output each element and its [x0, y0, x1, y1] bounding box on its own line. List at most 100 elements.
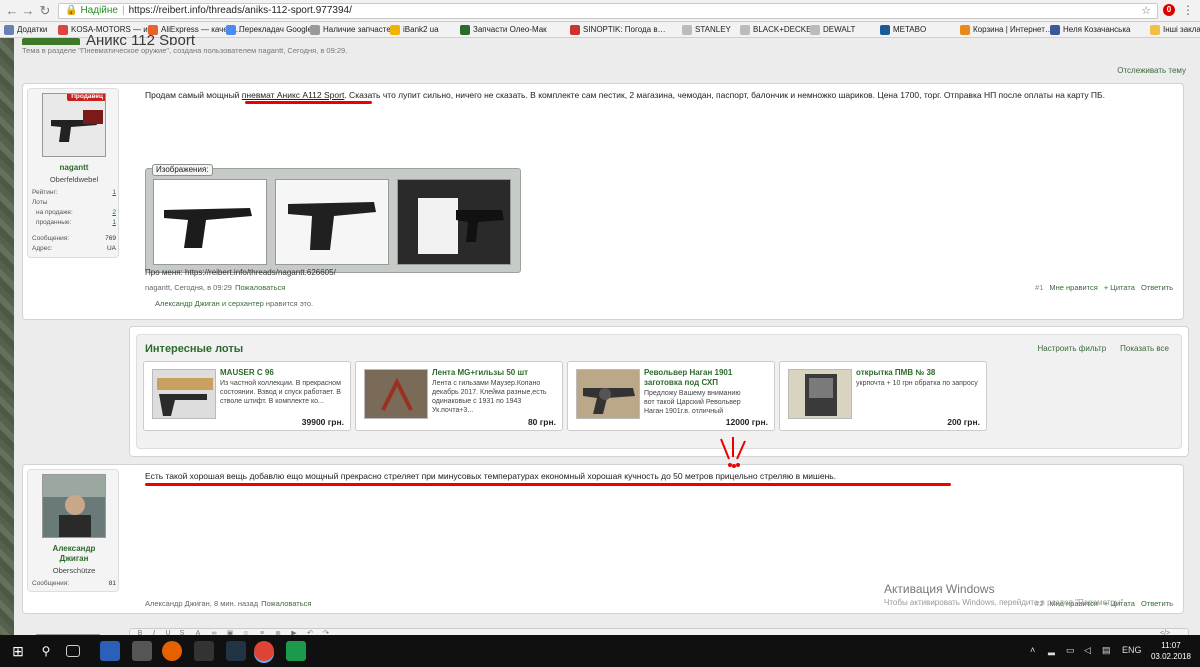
- app-icon[interactable]: [226, 641, 246, 661]
- reply-link[interactable]: Ответить: [1141, 283, 1173, 292]
- stat-messages: Сообщения: 769: [32, 235, 116, 242]
- forum-page: Аникс 112 Sport Тема в разделе "Пневмати…: [14, 35, 1200, 638]
- attachments-label: Изображения:: [152, 164, 213, 176]
- sheets-icon[interactable]: [286, 641, 306, 661]
- network-icon[interactable]: ▂: [1048, 645, 1055, 656]
- bookmark-item[interactable]: BLACK+DECKER: [740, 24, 817, 36]
- bookmark-item[interactable]: Корзина | Интернет…: [960, 24, 1053, 36]
- lot-image: [152, 369, 216, 419]
- bookmark-favicon-icon: [682, 25, 692, 35]
- bookmark-item[interactable]: Інші закла: [1150, 24, 1200, 36]
- thread-title: Аникс 112 Sport: [22, 35, 195, 45]
- filter-link[interactable]: Настроить фильтр: [1037, 344, 1106, 353]
- forward-icon[interactable]: →: [20, 3, 36, 19]
- language-indicator[interactable]: ENG: [1122, 645, 1142, 655]
- quote-link[interactable]: + Цитата: [1104, 283, 1135, 292]
- message-icon[interactable]: ▤: [1102, 645, 1111, 656]
- lot-card[interactable]: Револьвер Наган 1901 заготовка под СХП П…: [567, 361, 775, 431]
- avatar[interactable]: [42, 474, 106, 538]
- search-icon[interactable]: ⚲: [36, 641, 56, 661]
- bookmark-favicon-icon: [226, 25, 236, 35]
- post-meta: Александр Джиган, 8 мин. назад Пожаловать…: [145, 599, 312, 608]
- report-link[interactable]: Пожаловаться: [235, 283, 285, 292]
- stat-selling: на продаже: 2: [36, 209, 116, 216]
- bookmark-item[interactable]: iBank2 ua: [390, 24, 439, 36]
- back-icon[interactable]: ←: [4, 3, 20, 19]
- username[interactable]: nagantt: [28, 163, 120, 173]
- bookmark-item[interactable]: Перекладач Google: [226, 24, 312, 36]
- store-icon[interactable]: [194, 641, 214, 661]
- reply-link[interactable]: Ответить: [1141, 599, 1173, 608]
- bookmark-favicon-icon: [1150, 25, 1160, 35]
- lot-card[interactable]: открытка ПМВ № 38 укрпочта + 10 грн обра…: [779, 361, 987, 431]
- attachment-thumb[interactable]: [275, 179, 389, 265]
- lot-image: [364, 369, 428, 419]
- bookmark-item[interactable]: Наличие запчастей: [310, 24, 395, 36]
- lock-icon: 🔒: [65, 5, 78, 16]
- bookmark-favicon-icon: [390, 25, 400, 35]
- avatar-image: [43, 94, 105, 156]
- rating-value[interactable]: 1: [112, 189, 116, 196]
- secure-label: Надійне: [80, 5, 118, 16]
- browser-menu-icon[interactable]: ⋮: [1182, 3, 1194, 17]
- battery-icon[interactable]: ▭: [1066, 645, 1075, 656]
- post-number[interactable]: #1: [1035, 283, 1043, 292]
- sold-value[interactable]: 1: [112, 219, 116, 226]
- tray-up-icon[interactable]: ˄: [1030, 645, 1035, 655]
- volume-icon[interactable]: ◁: [1084, 645, 1091, 656]
- bookmark-star-icon[interactable]: ☆: [1141, 4, 1151, 18]
- bookmark-favicon-icon: [460, 25, 470, 35]
- extension-icon[interactable]: 0: [1163, 4, 1175, 16]
- bookmark-item[interactable]: METABO: [880, 24, 926, 36]
- bookmark-favicon-icon: [58, 25, 68, 35]
- avatar-image: [43, 475, 105, 537]
- lot-price: 200 грн.: [947, 417, 980, 427]
- lot-price: 39900 грн.: [301, 417, 344, 427]
- stat-rating: Рейтинг: 1: [32, 189, 116, 196]
- username[interactable]: Александр Джиган: [28, 544, 120, 564]
- bookmark-item[interactable]: STANLEY: [682, 24, 731, 36]
- explorer-icon[interactable]: [132, 641, 152, 661]
- bookmark-item[interactable]: DEWALT: [810, 24, 855, 36]
- task-view-icon[interactable]: [66, 645, 80, 657]
- about-me[interactable]: Про меня: https://reibert.info/threads/n…: [145, 268, 336, 277]
- lot-title[interactable]: Лента MG+гильзы 50 шт: [432, 368, 560, 378]
- stat-address: Адрес: UA: [32, 245, 116, 252]
- attachment-thumb[interactable]: [153, 179, 267, 265]
- post-1: Продавец nagantt Oberfeldwebel Рейтинг: 1…: [22, 83, 1184, 320]
- post-actions: #1 Мне нравится + Цитата Ответить: [1035, 283, 1173, 292]
- windows-start-icon[interactable]: ⊞: [8, 641, 28, 661]
- clock[interactable]: 11:07 03.02.2018: [1146, 640, 1196, 662]
- annotation-exclamation: [720, 437, 746, 468]
- attachment-thumb[interactable]: [397, 179, 511, 265]
- bookmark-item[interactable]: Неля Козачанська: [1050, 24, 1130, 36]
- post-message: Есть такой хорошая вещь добавлю ещо мощн…: [145, 471, 837, 481]
- watch-thread-link[interactable]: Отслеживать тему: [1117, 66, 1186, 75]
- post-meta: nagantt, Сегодня, в 09:29 Пожаловаться: [145, 283, 286, 292]
- edge-icon[interactable]: [100, 641, 120, 661]
- likes-names[interactable]: Александр Джиган и серхантер: [155, 299, 264, 308]
- lot-card[interactable]: Лента MG+гильзы 50 шт Лента с гильзами М…: [355, 361, 563, 431]
- show-all-link[interactable]: Показать все: [1120, 344, 1169, 353]
- chrome-icon[interactable]: [254, 641, 274, 661]
- firefox-icon[interactable]: [162, 641, 182, 661]
- bookmark-favicon-icon: [880, 25, 890, 35]
- address-bar[interactable]: 🔒 Надійне | https://reibert.info/threads/an…: [58, 3, 1158, 19]
- lot-card[interactable]: MAUSER C 96 Из частной коллекции. В прек…: [143, 361, 351, 431]
- lot-description: Из частной коллекции. В прекрасном состо…: [220, 380, 341, 405]
- report-link[interactable]: Пожаловаться: [261, 599, 311, 608]
- reload-icon[interactable]: ↻: [37, 3, 53, 19]
- lot-title[interactable]: Револьвер Наган 1901 заготовка под СХП: [644, 368, 744, 388]
- interesting-lots: Интересные лоты Настроить фильтр Показат…: [129, 326, 1189, 457]
- lot-title[interactable]: открытка ПМВ № 38: [856, 368, 984, 378]
- bookmark-item[interactable]: SINOPTIK: Погода в…: [570, 24, 666, 36]
- lot-title[interactable]: MAUSER C 96: [220, 368, 348, 378]
- avatar[interactable]: Продавец: [42, 93, 106, 157]
- bookmark-item[interactable]: Запчасти Олео-Мак: [460, 24, 547, 36]
- windows-activation-watermark: Активация Windows Чтобы активировать Wind…: [884, 582, 1126, 608]
- post-message: Продам самый мощный пневмат Аникс А112 S…: [145, 90, 1105, 100]
- browser-toolbar: ← → ↻ 🔒 Надійне | https://reibert.info/thre…: [0, 0, 1200, 22]
- attachments: Изображения:: [145, 164, 521, 273]
- like-link[interactable]: Мне нравится: [1049, 283, 1097, 292]
- selling-value[interactable]: 2: [112, 209, 116, 216]
